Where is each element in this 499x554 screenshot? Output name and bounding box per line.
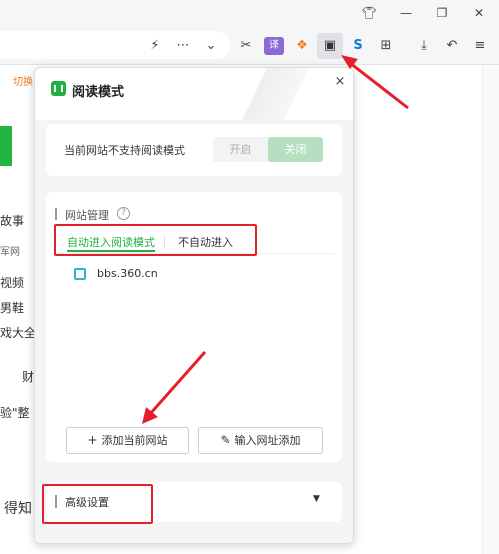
annotation-arrows: [142, 55, 409, 424]
arrow-to-add-button: [148, 351, 207, 415]
arrow-to-extension: [349, 61, 409, 110]
